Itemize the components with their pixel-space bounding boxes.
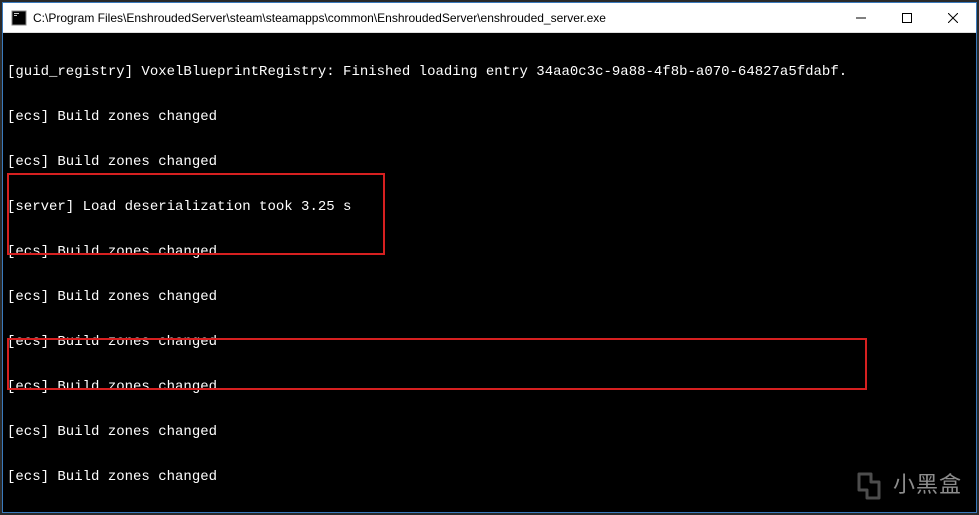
log-line: [ecs] Build zones changed [7,470,972,485]
log-line: [ecs] Build zones changed [7,110,972,125]
window-title: C:\Program Files\EnshroudedServer\steam\… [33,11,838,25]
log-line: [ecs] Build zones changed [7,290,972,305]
titlebar[interactable]: C:\Program Files\EnshroudedServer\steam\… [3,3,976,33]
log-line: [ecs] Build zones changed [7,380,972,395]
log-line: [ecs] Build zones changed [7,335,972,350]
log-line: [ecs] Build zones changed [7,425,972,440]
console-window: C:\Program Files\EnshroudedServer\steam\… [2,2,977,513]
log-line: [ecs] Build zones changed [7,245,972,260]
maximize-button[interactable] [884,3,930,32]
close-button[interactable] [930,3,976,32]
app-icon [11,10,27,26]
log-line: [ecs] Build zones changed [7,155,972,170]
console-output[interactable]: [guid_registry] VoxelBlueprintRegistry: … [3,33,976,512]
log-line: [server] Load deserialization took 3.25 … [7,200,972,215]
minimize-button[interactable] [838,3,884,32]
window-controls [838,3,976,32]
log-line: [guid_registry] VoxelBlueprintRegistry: … [7,65,972,80]
